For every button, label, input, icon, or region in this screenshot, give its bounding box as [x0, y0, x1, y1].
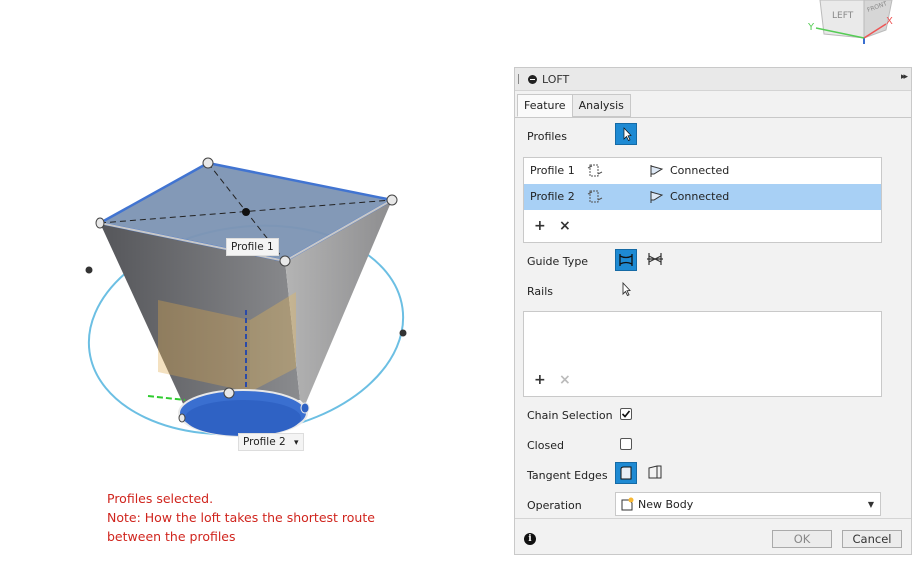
profile-2-label-text: Profile 2: [243, 436, 286, 448]
axis-y-label: Y: [807, 22, 815, 33]
dialog-header[interactable]: LOFT ▸▸: [515, 68, 911, 91]
profile-1-label[interactable]: Profile 1: [226, 238, 279, 256]
profile-status: Connected: [670, 164, 730, 177]
vertex-handle[interactable]: [95, 217, 105, 229]
center-point: [242, 208, 250, 216]
chevron-down-icon: ▼: [867, 500, 874, 509]
new-body-icon: [621, 497, 634, 511]
profile-name: Profile 2: [530, 190, 575, 203]
footer-divider: [515, 518, 911, 519]
guide-type-centerline-button[interactable]: [645, 249, 667, 271]
profile-end-condition-icon[interactable]: [586, 188, 604, 206]
closed-checkbox[interactable]: [620, 438, 632, 450]
profile-2-inner: [185, 400, 301, 436]
profile-row[interactable]: Profile 1 Connected: [524, 158, 881, 184]
rail-point[interactable]: [85, 266, 93, 274]
rail-point[interactable]: [399, 329, 407, 337]
operation-select[interactable]: New Body ▼: [615, 492, 881, 516]
vertex-handle[interactable]: [202, 157, 214, 169]
profile-2-label[interactable]: Profile 2 ▾: [238, 433, 304, 451]
view-cube[interactable]: LEFT FRONT X Y: [800, 0, 910, 50]
cursor-icon: [623, 127, 632, 141]
cube-face-left: LEFT: [832, 11, 854, 21]
vertex-handle[interactable]: [300, 402, 310, 414]
axis-line-green: [147, 395, 186, 401]
rails-label: Rails: [527, 285, 553, 298]
rails-guide-icon: [619, 254, 633, 266]
connected-icon[interactable]: [648, 188, 666, 206]
axis-x-label: X: [886, 16, 893, 27]
ok-button[interactable]: OK: [772, 530, 832, 548]
vertex-handle[interactable]: [178, 413, 186, 423]
profile-name: Profile 1: [530, 164, 575, 177]
chain-selection-checkbox[interactable]: [620, 408, 632, 420]
note-line: between the profiles: [107, 529, 236, 544]
collapse-icon[interactable]: [528, 74, 537, 84]
cancel-button[interactable]: Cancel: [842, 530, 902, 548]
chain-selection-label: Chain Selection: [527, 409, 613, 422]
tab-divider: [515, 117, 911, 118]
dialog-title: LOFT: [542, 72, 570, 86]
loft-dialog: LOFT ▸▸ Feature Analysis Profiles Profil…: [514, 67, 912, 555]
vertex-handle[interactable]: [223, 387, 235, 399]
tangent-edges-keep-button[interactable]: [645, 462, 667, 484]
connected-icon[interactable]: [648, 162, 666, 180]
tangent-edges-merge-button[interactable]: [615, 462, 637, 484]
vertex-handle[interactable]: [279, 255, 291, 267]
profile-status: Connected: [670, 190, 730, 203]
profile-1-label-text: Profile 1: [231, 241, 274, 253]
cursor-icon: [622, 281, 631, 297]
expand-icon[interactable]: ▸▸: [901, 72, 908, 82]
tab-analysis[interactable]: Analysis: [571, 94, 631, 117]
view-cube-icon[interactable]: LEFT FRONT X Y: [800, 0, 910, 50]
profiles-select-button[interactable]: [615, 123, 637, 145]
operation-value: New Body: [638, 498, 694, 511]
tangent-edges-label: Tangent Edges: [527, 469, 608, 482]
remove-rail-button[interactable]: ×: [559, 372, 571, 388]
note-line: Profiles selected.: [107, 491, 214, 506]
profile-end-condition-icon[interactable]: [586, 162, 604, 180]
keep-edges-icon: [648, 465, 662, 479]
drag-handle-icon[interactable]: [518, 74, 521, 84]
annotation-note: Profiles selected. Note: How the loft ta…: [107, 489, 375, 546]
closed-label: Closed: [527, 439, 564, 452]
chevron-down-icon[interactable]: ▾: [294, 438, 299, 448]
profiles-label: Profiles: [527, 130, 567, 143]
rails-list: + ×: [523, 311, 882, 397]
info-icon[interactable]: i: [524, 533, 536, 545]
guide-type-label: Guide Type: [527, 255, 589, 268]
merge-edges-icon: [620, 466, 632, 480]
loft-model-drawing: [85, 157, 407, 437]
tab-bar: Feature Analysis: [517, 94, 631, 118]
add-profile-button[interactable]: +: [534, 218, 546, 234]
operation-label: Operation: [527, 499, 582, 512]
profiles-list: Profile 1 Connected Profile 2 Connected …: [523, 157, 882, 243]
canvas-viewport[interactable]: Profile 1 Profile 2 ▾: [0, 0, 510, 566]
checkmark-icon: [621, 410, 631, 418]
add-rail-button[interactable]: +: [534, 372, 546, 388]
centerline-guide-icon: [647, 253, 663, 265]
vertex-handle[interactable]: [386, 194, 398, 206]
guide-type-rails-button[interactable]: [615, 249, 637, 271]
tab-feature[interactable]: Feature: [517, 94, 573, 117]
rails-select-button[interactable]: [618, 279, 640, 301]
note-line: Note: How the loft takes the shortest ro…: [107, 510, 375, 525]
profile-row-selected[interactable]: Profile 2 Connected: [524, 184, 881, 210]
remove-profile-button[interactable]: ×: [559, 218, 571, 234]
